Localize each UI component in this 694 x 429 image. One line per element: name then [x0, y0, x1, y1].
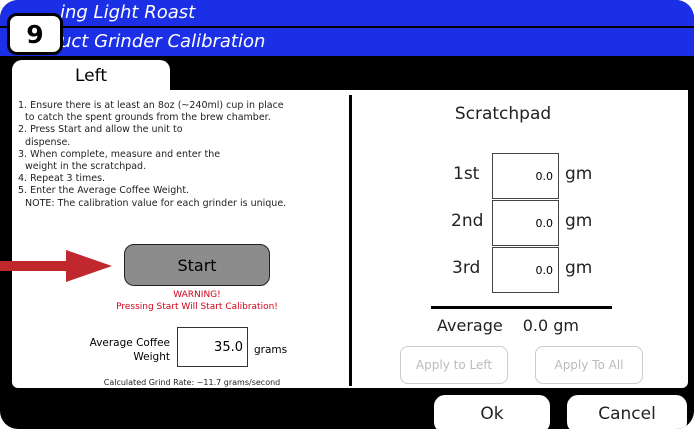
apply-to-left-button[interactable]: Apply to Left — [400, 346, 508, 384]
scratchpad-divider — [431, 306, 612, 309]
average-weight-label: Average Coffee Weight — [80, 336, 170, 364]
instruction-line: 1. Ensure there is at least an 8oz (~240… — [18, 100, 284, 111]
subtitle-bar: uct Grinder Calibration — [0, 28, 694, 56]
instructions: 1. Ensure there is at least an 8oz (~240… — [18, 100, 318, 210]
average-weight-unit: grams — [254, 344, 288, 356]
scratchpad-unit-2nd: gm — [565, 211, 593, 231]
average-weight-label-line2: Weight — [133, 351, 170, 363]
instruction-line: weight in the scratchpad. — [25, 161, 147, 173]
title-bar: ing Light Roast — [0, 0, 694, 26]
instruction-line: 2. Press Start and allow the unit to — [18, 124, 183, 136]
scratchpad-average-value: 0.0 gm — [522, 316, 579, 335]
warning-text: Pressing Start Will Start Calibration! — [116, 302, 278, 312]
panel-divider — [349, 95, 352, 386]
instruction-line: to catch the spent grounds from the brew… — [25, 112, 271, 124]
apply-to-all-button[interactable]: Apply To All — [535, 346, 643, 384]
scratchpad-unit-1st: gm — [565, 164, 593, 184]
scratchpad-input-3rd[interactable]: 0.0 — [492, 247, 559, 293]
step-number-badge: 9 — [7, 13, 63, 55]
scratchpad-title: Scratchpad — [454, 104, 552, 124]
tab-left[interactable]: Left — [12, 60, 170, 92]
calculated-grind-rate: Calculated Grind Rate: ~11.7 grams/secon… — [103, 378, 281, 387]
calibration-panel: 1. Ensure there is at least an 8oz (~240… — [12, 90, 688, 388]
instruction-line: 3. When complete, measure and enter the — [18, 148, 221, 160]
instruction-line: dispense. — [25, 136, 71, 148]
scratchpad-input-1st[interactable]: 0.0 — [492, 153, 559, 199]
scratchpad-average-label: Average — [437, 316, 503, 335]
instruction-line: 4. Repeat 3 times. — [18, 173, 106, 185]
instruction-line: NOTE: The calibration value for each gri… — [25, 197, 287, 209]
scratchpad-average: Average 0.0 gm — [437, 316, 599, 335]
dialog-frame: ing Light Roast uct Grinder Calibration … — [0, 0, 694, 429]
cancel-button[interactable]: Cancel — [566, 394, 688, 429]
average-weight-label-line1: Average Coffee — [89, 337, 170, 349]
scratchpad-row-label-2nd: 2nd — [451, 211, 484, 231]
average-weight-input[interactable]: 35.0 — [177, 327, 248, 367]
scratchpad-row-label-1st: 1st — [453, 164, 480, 184]
scratchpad-row-label-3rd: 3rd — [452, 258, 481, 278]
warning-title: WARNING! — [173, 290, 221, 300]
instruction-line: 5. Enter the Average Coffee Weight. — [18, 185, 190, 197]
title-line-2: uct Grinder Calibration — [60, 31, 266, 52]
warning-message: WARNING! Pressing Start Will Start Calib… — [72, 289, 322, 313]
ok-button[interactable]: Ok — [433, 394, 551, 429]
title-line-1: ing Light Roast — [60, 2, 196, 23]
scratchpad-input-2nd[interactable]: 0.0 — [492, 200, 559, 246]
right-arrow-icon — [0, 250, 112, 282]
scratchpad-unit-3rd: gm — [565, 258, 593, 278]
start-button[interactable]: Start — [124, 244, 270, 286]
